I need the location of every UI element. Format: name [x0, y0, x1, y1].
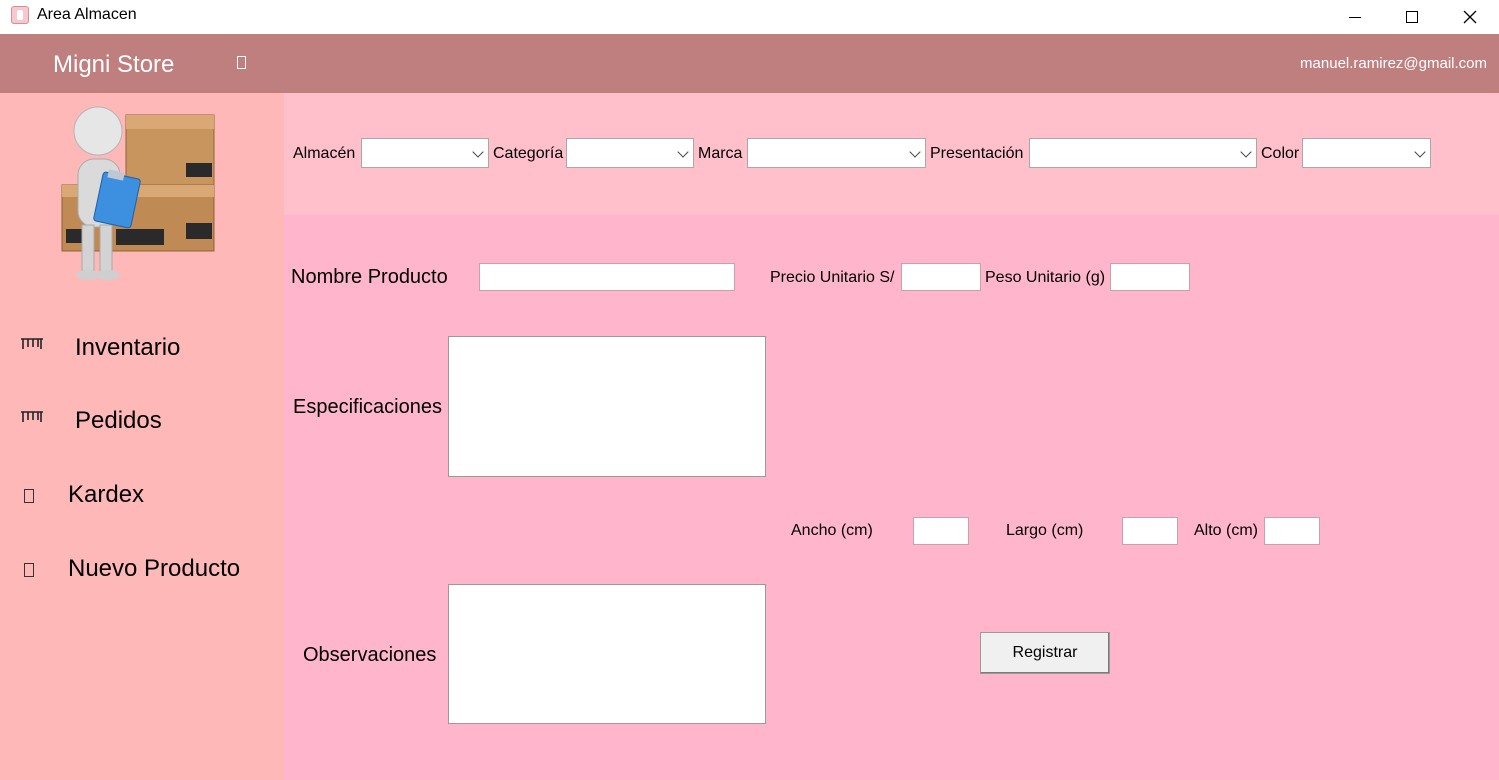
almacen-select[interactable]	[361, 138, 489, 168]
user-email: manuel.ramirez@gmail.com	[1300, 55, 1487, 72]
marca-label: Marca	[698, 145, 743, 162]
largo-label: Largo (cm)	[1006, 522, 1084, 539]
sidebar-item-label: Kardex	[68, 481, 145, 508]
categoria-label: Categoría	[493, 145, 564, 162]
almacen-label: Almacén	[293, 145, 356, 162]
sidebar-item-nuevo-producto[interactable]: Nuevo Producto	[0, 544, 284, 594]
sidebar-item-label: Inventario	[75, 334, 181, 361]
ancho-label: Ancho (cm)	[791, 522, 873, 539]
alto-input[interactable]	[1264, 517, 1320, 545]
kardex-icon	[24, 489, 34, 503]
menu-toggle-icon[interactable]	[237, 56, 246, 69]
minimize-button[interactable]	[1327, 0, 1383, 34]
sidebar-item-inventario[interactable]: Inventario	[0, 323, 284, 373]
chevron-down-icon	[909, 146, 921, 158]
nombre-producto-label: Nombre Producto	[291, 266, 448, 288]
chevron-down-icon	[1240, 146, 1252, 158]
observaciones-label: Observaciones	[303, 644, 437, 666]
close-icon	[1463, 10, 1477, 24]
warehouse-logo	[61, 106, 215, 280]
registrar-button[interactable]: Registrar	[980, 632, 1110, 674]
chevron-down-icon	[472, 146, 484, 158]
presentacion-label: Presentación	[930, 145, 1024, 162]
minimize-icon	[1349, 16, 1361, 18]
chevron-down-icon	[677, 146, 689, 158]
app-icon	[11, 6, 29, 24]
close-button[interactable]	[1442, 0, 1498, 34]
window-titlebar	[0, 0, 1499, 34]
categoria-select[interactable]	[566, 138, 694, 168]
sidebar-item-pedidos[interactable]: Pedidos	[0, 396, 284, 446]
sidebar-item-label: Nuevo Producto	[68, 555, 241, 582]
peso-unitario-input[interactable]	[1110, 263, 1190, 291]
app-header	[0, 34, 1499, 93]
alto-label: Alto (cm)	[1194, 522, 1258, 539]
precio-unitario-input[interactable]	[901, 263, 981, 291]
color-select[interactable]	[1302, 138, 1431, 168]
observaciones-textarea[interactable]	[448, 584, 766, 724]
sidebar-item-label: Pedidos	[75, 407, 162, 434]
ancho-input[interactable]	[913, 517, 969, 545]
especificaciones-label: Especificaciones	[293, 396, 442, 418]
especificaciones-textarea[interactable]	[448, 336, 766, 477]
window-title: Area Almacen	[37, 6, 137, 23]
sidebar-item-kardex[interactable]: Kardex	[0, 470, 284, 520]
brand-title: Migni Store	[53, 51, 175, 78]
maximize-button[interactable]	[1384, 0, 1440, 34]
maximize-icon	[1406, 11, 1418, 23]
nombre-producto-input[interactable]	[479, 263, 735, 291]
precio-unitario-label: Precio Unitario S/	[770, 269, 895, 286]
new-product-icon	[24, 563, 34, 577]
color-label: Color	[1261, 145, 1300, 162]
marca-select[interactable]	[747, 138, 926, 168]
largo-input[interactable]	[1122, 517, 1178, 545]
presentacion-select[interactable]	[1029, 138, 1257, 168]
chevron-down-icon	[1414, 146, 1426, 158]
peso-unitario-label: Peso Unitario (g)	[985, 269, 1106, 286]
orders-icon	[20, 410, 44, 429]
inventory-icon	[20, 337, 44, 356]
